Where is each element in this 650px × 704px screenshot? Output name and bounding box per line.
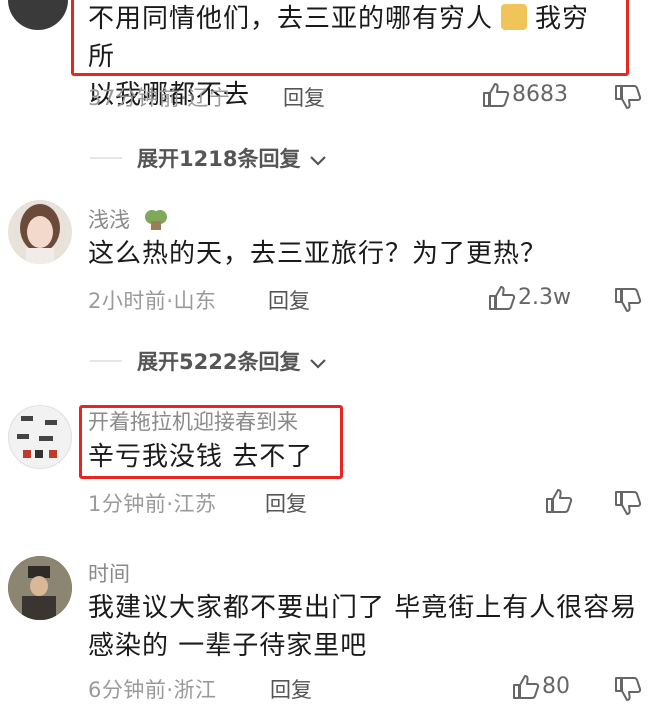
expand-replies-button[interactable]: 展开5222条回复 bbox=[137, 346, 328, 376]
chevron-down-icon bbox=[308, 351, 328, 375]
avatar[interactable] bbox=[8, 556, 72, 620]
like-count: 80 bbox=[542, 674, 570, 699]
username[interactable]: 开着拖拉机迎接春到来 bbox=[88, 406, 298, 436]
comment-time: 6分钟前·浙江 bbox=[88, 678, 217, 702]
comment-text-line: 不用同情他们，去三亚的哪有穷人 bbox=[88, 4, 494, 34]
reply-button[interactable]: 回复 bbox=[283, 82, 325, 112]
like-count: 2.3w bbox=[518, 285, 571, 310]
thumbs-up-icon[interactable] bbox=[488, 285, 516, 311]
avatar[interactable] bbox=[8, 0, 68, 30]
divider bbox=[90, 157, 122, 159]
comment-text: 辛亏我没钱 去不了 bbox=[88, 442, 314, 472]
chevron-down-icon bbox=[308, 148, 328, 172]
reply-button[interactable]: 回复 bbox=[265, 488, 307, 518]
expand-replies-button[interactable]: 展开1218条回复 bbox=[137, 143, 328, 173]
comment-time: 37分钟前·辽宁 bbox=[88, 86, 231, 110]
plant-emoji-icon bbox=[143, 207, 169, 236]
avatar[interactable] bbox=[8, 405, 72, 469]
thumbs-down-icon[interactable] bbox=[614, 84, 642, 110]
comment-time: 1分钟前·江苏 bbox=[88, 492, 217, 516]
username[interactable]: 浅浅 bbox=[88, 204, 169, 236]
comment-text: 我建议大家都不要出门了 毕竟街上有人很容易 感染的 一辈子待家里吧 bbox=[88, 589, 648, 665]
reply-button[interactable]: 回复 bbox=[270, 674, 312, 704]
thumbs-up-icon[interactable] bbox=[512, 674, 540, 700]
comment-text-line: 感染的 一辈子待家里吧 bbox=[88, 631, 368, 661]
expand-replies-label: 展开5222条回复 bbox=[137, 350, 301, 374]
thumbs-down-icon[interactable] bbox=[614, 490, 642, 516]
avatar[interactable] bbox=[8, 200, 72, 264]
reply-button[interactable]: 回复 bbox=[268, 285, 310, 315]
comment-text-line: 我建议大家都不要出门了 毕竟街上有人很容易 bbox=[88, 593, 638, 623]
expand-replies-label: 展开1218条回复 bbox=[137, 147, 301, 171]
username[interactable]: 时间 bbox=[88, 558, 130, 588]
like-count: 8683 bbox=[512, 82, 568, 107]
thumbs-down-icon[interactable] bbox=[614, 676, 642, 702]
thumbs-up-icon[interactable] bbox=[545, 488, 573, 514]
thumbs-up-icon[interactable] bbox=[482, 82, 510, 108]
emoji-icon bbox=[501, 4, 528, 30]
comment-time: 2小时前·山东 bbox=[88, 289, 217, 313]
divider bbox=[90, 360, 122, 362]
thumbs-down-icon[interactable] bbox=[614, 287, 642, 313]
comment-text: 这么热的天，去三亚旅行？为了更热？ bbox=[88, 239, 548, 269]
username-text: 浅浅 bbox=[88, 208, 130, 232]
